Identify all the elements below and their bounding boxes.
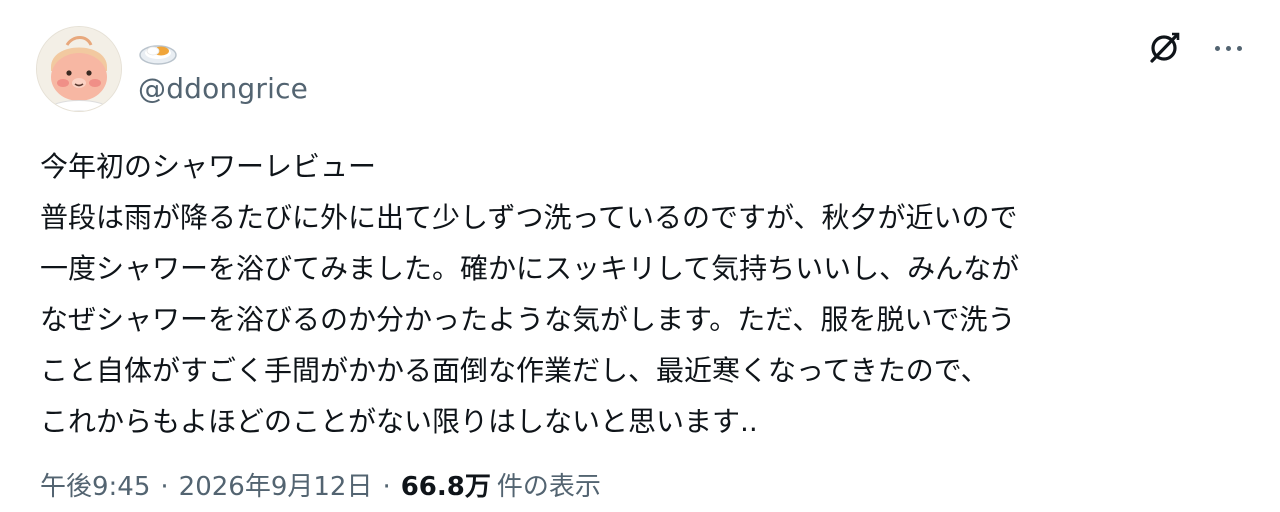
meta-separator: ·	[382, 472, 391, 502]
tweet-line: 普段は雨が降るたびに外に出て少しずつ洗っているのですが、秋夕が近いので	[40, 201, 1018, 234]
tweet-line: これからもよほどのことがない限りはしないと思います..	[40, 405, 758, 438]
tweet-date[interactable]: 2026年9月12日	[179, 466, 373, 503]
grok-icon[interactable]	[1144, 28, 1184, 68]
views-count[interactable]: 66.8万	[401, 466, 491, 503]
meta-separator: ·	[160, 472, 169, 502]
tweet-text: 今年初のシャワーレビュー 普段は雨が降るたびに外に出て少しずつ洗っているのですが…	[40, 141, 1240, 447]
more-dots-icon[interactable]	[1210, 30, 1246, 66]
user-handle[interactable]: @ddongrice	[138, 72, 308, 105]
views-label: 件の表示	[496, 472, 601, 502]
peach-character-avatar-icon	[37, 27, 121, 111]
tweet-line: なぜシャワーを浴びるのか分かったような気がします。ただ、服を脱いで洗う	[40, 303, 1016, 336]
tweet-time[interactable]: 午後9:45	[40, 466, 150, 503]
avatar[interactable]	[36, 26, 122, 112]
tweet-actions	[1144, 28, 1246, 68]
tweet-line: こと自体がすごく手間がかかる面倒な作業だし、最近寒くなってきたので、	[40, 354, 989, 387]
plate-of-food-emoji-icon	[139, 45, 177, 65]
display-name[interactable]	[138, 32, 178, 68]
tweet-meta: 午後9:45 · 2026年9月12日 · 66.8万 件の表示	[40, 466, 601, 503]
tweet-line: 一度シャワーを浴びてみました。確かにスッキリして気持ちいいし、みんなが	[40, 252, 1020, 285]
tweet-line: 今年初のシャワーレビュー	[40, 150, 377, 183]
